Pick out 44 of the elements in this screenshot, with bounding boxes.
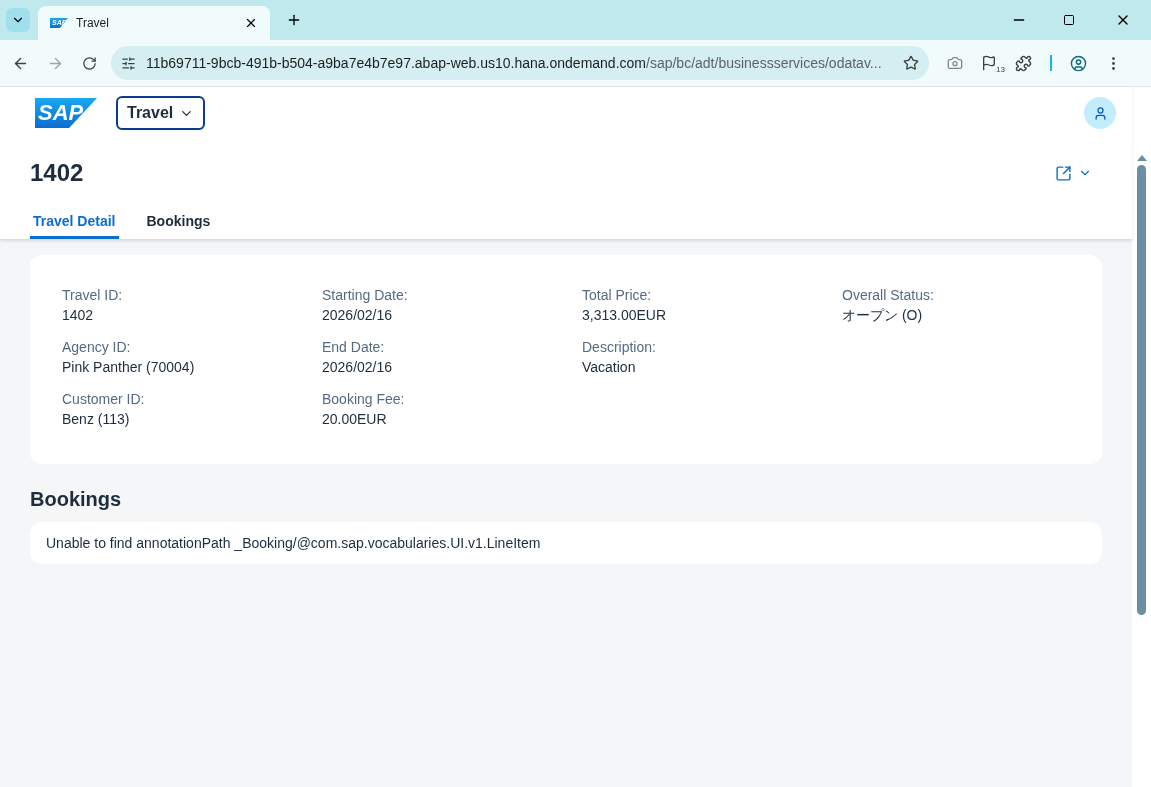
section-title: Bookings xyxy=(30,487,123,512)
share-icon xyxy=(1055,164,1072,182)
object-title: 1402 xyxy=(30,158,85,188)
user-avatar[interactable] xyxy=(1084,97,1116,129)
bookmark-star-icon[interactable] xyxy=(903,55,919,71)
field-label: Customer ID: xyxy=(62,391,146,407)
field-value: Pink Panther (70004) xyxy=(62,359,196,375)
app-menu-button[interactable]: Travel xyxy=(116,96,206,130)
address-bar[interactable]: 11b69711-9bcb-491b-b504-a9ba7e4b7e97.abap-web.us10.hana.ondemand.com/sap/bc/adt/businessservices/odatav... xyxy=(111,46,929,80)
field-label: End Date: xyxy=(322,339,386,355)
maximize-icon[interactable] xyxy=(1063,14,1075,26)
field-value: 3,313.00EUR xyxy=(582,307,668,323)
share-button[interactable] xyxy=(1055,164,1092,182)
url-text: 11b69711-9bcb-491b-b504-a9ba7e4b7e97.abap-web.us10.hana.ondemand.com/sap/bc/adt/businessservices/odatav... xyxy=(146,53,883,73)
camera-icon[interactable] xyxy=(947,55,963,71)
field-label: Description: xyxy=(582,339,657,355)
flag-icon[interactable] xyxy=(981,55,997,71)
field-value: Vacation xyxy=(582,359,637,375)
field-value: 2026/02/16 xyxy=(322,359,394,375)
user-icon xyxy=(1092,105,1108,121)
close-icon[interactable] xyxy=(244,16,258,30)
tab[interactable]: Bookings xyxy=(146,207,211,239)
field-label: Total Price: xyxy=(582,287,653,303)
field-value: オープン (O) xyxy=(842,307,924,323)
field-label: Starting Date: xyxy=(322,287,409,303)
field-value: 2026/02/16 xyxy=(322,307,394,323)
tab-title: Travel xyxy=(76,15,110,32)
tab[interactable]: Travel Detail xyxy=(30,207,119,239)
new-tab-icon[interactable] xyxy=(286,12,302,28)
tab-search-button[interactable] xyxy=(6,8,30,32)
field-label: Booking Fee: xyxy=(322,391,406,407)
extensions-icon[interactable] xyxy=(1015,54,1032,72)
field-value: 20.00EUR xyxy=(322,411,388,427)
field-label: Agency ID: xyxy=(62,339,132,355)
scrollbar[interactable] xyxy=(1132,87,1151,787)
field-label: Travel ID: xyxy=(62,287,124,303)
site-settings-icon[interactable] xyxy=(121,55,136,71)
field-value: Benz (113) xyxy=(62,411,131,427)
sap-logo: SAP xyxy=(35,98,97,128)
profile-icon[interactable] xyxy=(1070,54,1087,72)
field-label: Overall Status: xyxy=(842,287,935,303)
reload-icon[interactable] xyxy=(82,55,97,71)
field-value: 1402 xyxy=(62,307,95,323)
error-message: Unable to find annotationPath _Booking/@com.sap.vocabularies.UI.v1.LineItem xyxy=(46,533,541,553)
